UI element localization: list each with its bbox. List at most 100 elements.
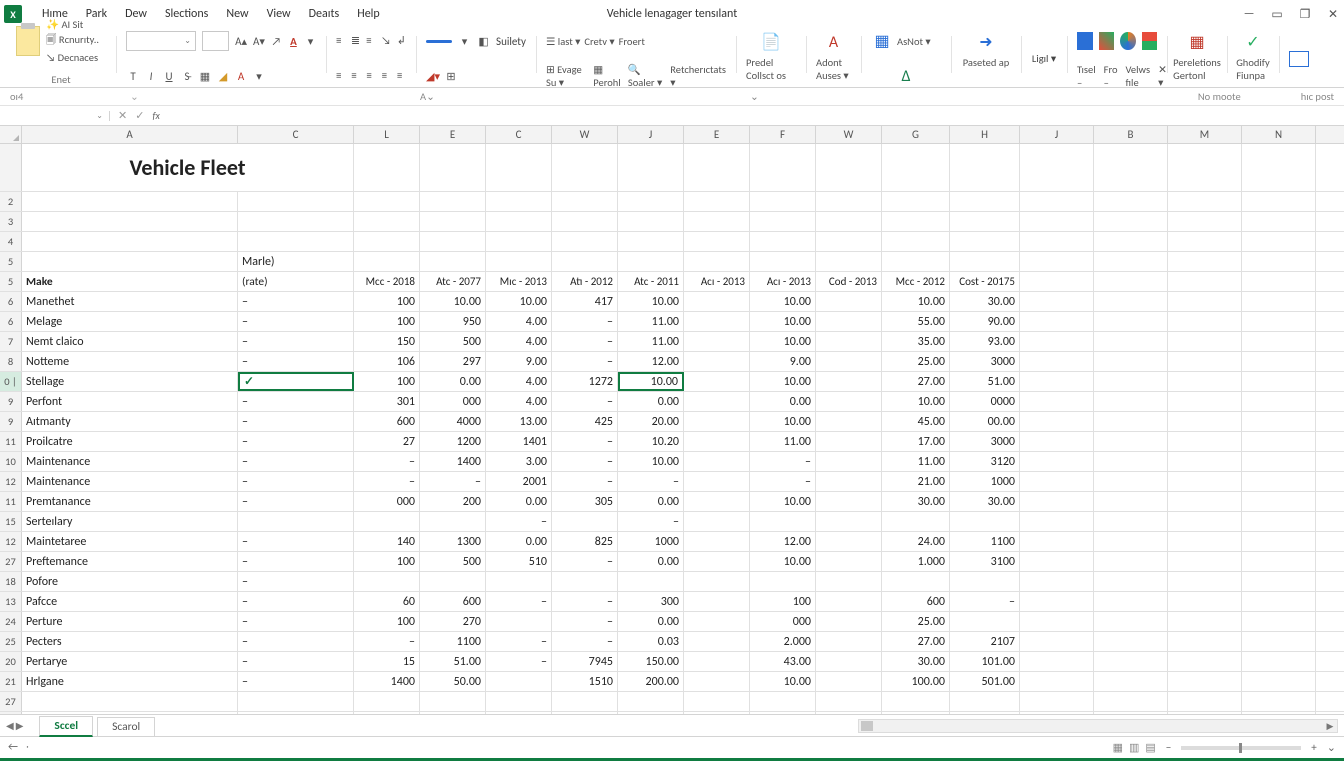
cell[interactable] bbox=[816, 144, 882, 191]
cell[interactable] bbox=[354, 232, 420, 251]
row-header[interactable]: 13 bbox=[0, 592, 22, 611]
tab-nav-prev[interactable]: ◀ bbox=[6, 719, 14, 732]
col-header-G-10[interactable]: G bbox=[882, 126, 950, 143]
cell[interactable] bbox=[1168, 312, 1242, 331]
row-header[interactable]: 18 bbox=[0, 572, 22, 591]
window-icon[interactable] bbox=[1289, 51, 1309, 67]
cancel-fx-icon[interactable]: ✕ bbox=[118, 109, 127, 122]
tisel-label[interactable]: Tısel – bbox=[1077, 63, 1096, 89]
cell[interactable] bbox=[1168, 532, 1242, 551]
cell-val[interactable] bbox=[816, 512, 882, 531]
menu-dew[interactable]: Dew bbox=[125, 7, 147, 21]
cell-val[interactable]: 25.00 bbox=[882, 612, 950, 631]
cell[interactable] bbox=[486, 192, 552, 211]
cell[interactable] bbox=[684, 212, 750, 231]
cell[interactable] bbox=[1242, 332, 1316, 351]
view-normal-icon[interactable]: ▦ bbox=[1113, 741, 1123, 754]
cell-rate[interactable]: – bbox=[238, 612, 354, 631]
cell-val[interactable]: 10.00 bbox=[750, 312, 816, 331]
cell-val[interactable]: 100 bbox=[354, 292, 420, 311]
cell[interactable] bbox=[1020, 432, 1094, 451]
cell[interactable] bbox=[1094, 652, 1168, 671]
cell-val[interactable] bbox=[684, 292, 750, 311]
cell-val[interactable]: – bbox=[552, 592, 618, 611]
cell-val[interactable] bbox=[420, 692, 486, 711]
cell[interactable] bbox=[1020, 552, 1094, 571]
cell[interactable] bbox=[1020, 312, 1094, 331]
cell-make[interactable]: Preftemance bbox=[22, 552, 238, 571]
cell-val[interactable]: 425 bbox=[552, 412, 618, 431]
cell-make[interactable]: Maintetaree bbox=[22, 532, 238, 551]
cell[interactable] bbox=[1242, 252, 1316, 271]
cell[interactable] bbox=[1020, 632, 1094, 651]
cf-icon-3[interactable] bbox=[1120, 32, 1136, 50]
cell-val[interactable] bbox=[950, 572, 1020, 591]
cell[interactable] bbox=[1094, 592, 1168, 611]
menu-new[interactable]: New bbox=[226, 7, 248, 21]
cell-val[interactable]: 1510 bbox=[552, 672, 618, 691]
cell-val[interactable]: 10.00 bbox=[750, 332, 816, 351]
cell[interactable] bbox=[618, 212, 684, 231]
row-header[interactable]: 12 bbox=[0, 472, 22, 491]
cell[interactable] bbox=[1094, 212, 1168, 231]
orient-icon[interactable]: ↘ bbox=[381, 34, 391, 48]
align-bot-icon[interactable]: ≡ bbox=[366, 34, 375, 48]
cell-val[interactable]: 30.00 bbox=[882, 492, 950, 511]
cell-val[interactable]: 10.00 bbox=[882, 292, 950, 311]
cell[interactable] bbox=[552, 192, 618, 211]
cell[interactable] bbox=[1020, 612, 1094, 631]
cell-rate[interactable] bbox=[238, 692, 354, 711]
cell-val[interactable]: 100.00 bbox=[882, 672, 950, 691]
adont-button[interactable]: A Adont Auses ▾ bbox=[816, 30, 851, 82]
cell-make[interactable]: Perfont bbox=[22, 392, 238, 411]
cell-val[interactable] bbox=[684, 392, 750, 411]
cell[interactable] bbox=[618, 252, 684, 271]
cell-val[interactable]: 11.00 bbox=[882, 452, 950, 471]
cell[interactable] bbox=[1020, 232, 1094, 251]
cell-val[interactable]: 100 bbox=[354, 612, 420, 631]
cell-val[interactable]: 10.20 bbox=[618, 432, 684, 451]
cell[interactable] bbox=[750, 232, 816, 251]
cell[interactable] bbox=[950, 212, 1020, 231]
cell[interactable] bbox=[1242, 312, 1316, 331]
cell-val[interactable]: 3000 bbox=[950, 432, 1020, 451]
cell-val[interactable] bbox=[684, 592, 750, 611]
cell-val[interactable]: 4.00 bbox=[486, 392, 552, 411]
cell-val[interactable]: 600 bbox=[420, 592, 486, 611]
cell-val[interactable] bbox=[816, 672, 882, 691]
cell-rate[interactable]: – bbox=[238, 572, 354, 591]
cf-icon-2[interactable] bbox=[1099, 32, 1115, 50]
cell-val[interactable]: 10.00 bbox=[750, 552, 816, 571]
cell-rate[interactable]: – bbox=[238, 552, 354, 571]
hdr-col-9[interactable]: Cost - 20175 bbox=[950, 272, 1020, 291]
cell-val[interactable]: 10.00 bbox=[882, 392, 950, 411]
cell[interactable] bbox=[238, 232, 354, 251]
cell-val[interactable] bbox=[354, 512, 420, 531]
menu-deaıts[interactable]: Deaıts bbox=[309, 7, 340, 21]
tab-nav-next[interactable]: ▶ bbox=[16, 719, 24, 732]
cell[interactable] bbox=[1020, 372, 1094, 391]
cell-val[interactable] bbox=[684, 432, 750, 451]
cell-val[interactable] bbox=[486, 692, 552, 711]
cell-val[interactable]: 500 bbox=[420, 552, 486, 571]
cell[interactable] bbox=[420, 144, 486, 191]
row-header[interactable] bbox=[0, 144, 22, 191]
cell-make[interactable]: Hrlgane bbox=[22, 672, 238, 691]
cell-rate[interactable]: ✓ bbox=[238, 372, 354, 391]
cell-rate[interactable]: – bbox=[238, 492, 354, 511]
cell-val[interactable]: – bbox=[354, 632, 420, 651]
cell-val[interactable] bbox=[882, 572, 950, 591]
cell-make[interactable]: Aıtmanty bbox=[22, 412, 238, 431]
cell-val[interactable] bbox=[486, 672, 552, 691]
align-right-icon[interactable]: ≡ bbox=[366, 69, 375, 83]
col-header-W-5[interactable]: W bbox=[552, 126, 618, 143]
cell[interactable] bbox=[1020, 212, 1094, 231]
cell[interactable] bbox=[750, 252, 816, 271]
cell-val[interactable]: 10.00 bbox=[750, 412, 816, 431]
num-evage[interactable]: ⊞ Evage Su ▾ bbox=[546, 63, 589, 89]
cell-val[interactable]: – bbox=[618, 472, 684, 491]
cell[interactable] bbox=[1242, 692, 1316, 711]
cell[interactable] bbox=[1168, 512, 1242, 531]
cell-val[interactable]: 24.00 bbox=[882, 532, 950, 551]
cell[interactable] bbox=[1168, 552, 1242, 571]
